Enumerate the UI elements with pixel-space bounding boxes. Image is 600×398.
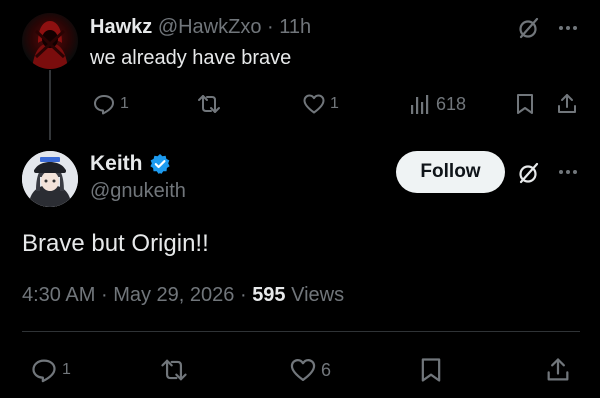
avatar-keith[interactable] bbox=[22, 151, 78, 207]
bookmark-icon bbox=[418, 356, 444, 384]
views-button[interactable]: 618 bbox=[410, 92, 466, 116]
avatar-hawkz[interactable] bbox=[22, 13, 78, 69]
tweet-text: Brave but Origin!! bbox=[22, 230, 209, 257]
reply-separator: · bbox=[267, 16, 274, 38]
tweet-date[interactable]: May 29, 2026 bbox=[113, 284, 234, 306]
follow-button[interactable]: Follow bbox=[396, 151, 505, 193]
share-button[interactable] bbox=[555, 92, 579, 116]
reply-button[interactable]: 1 bbox=[30, 356, 71, 384]
share-button[interactable] bbox=[544, 356, 572, 384]
retweet-button[interactable] bbox=[196, 92, 222, 116]
thread-connector bbox=[49, 70, 51, 140]
reply-icon bbox=[30, 356, 58, 384]
meta-separator: · bbox=[100, 284, 108, 306]
retweet-icon bbox=[196, 92, 222, 116]
tweet-views-count[interactable]: 595 bbox=[252, 284, 285, 306]
bookmark-button[interactable] bbox=[514, 92, 536, 116]
more-icon[interactable] bbox=[556, 16, 580, 40]
share-icon bbox=[555, 92, 579, 116]
bookmark-icon bbox=[514, 92, 536, 116]
divider bbox=[22, 331, 580, 332]
like-button[interactable]: 6 bbox=[289, 356, 331, 384]
like-icon bbox=[289, 356, 317, 384]
retweet-icon bbox=[159, 356, 189, 384]
tweet-author-name[interactable]: Keith bbox=[90, 152, 143, 176]
share-icon bbox=[544, 356, 572, 384]
reply-text: we already have brave bbox=[90, 47, 292, 69]
grok-icon[interactable] bbox=[517, 161, 541, 185]
tweet-author-handle[interactable]: @gnukeith bbox=[90, 180, 186, 203]
grok-icon[interactable] bbox=[517, 16, 541, 40]
reply-count: 1 bbox=[120, 95, 129, 112]
tweet-author: Keith bbox=[90, 152, 171, 176]
reply-author-handle[interactable]: @HawkZxo bbox=[158, 16, 262, 38]
reply-timestamp[interactable]: 11h bbox=[279, 16, 311, 38]
reply-icon bbox=[92, 92, 116, 116]
meta-separator: · bbox=[239, 284, 247, 306]
like-icon bbox=[302, 92, 326, 116]
bookmark-button[interactable] bbox=[418, 356, 444, 384]
reply-header: Hawkz @HawkZxo · 11h bbox=[90, 16, 311, 39]
tweet-meta: 4:30 AM · May 29, 2026 · 595 Views bbox=[22, 284, 344, 307]
reply-button[interactable]: 1 bbox=[92, 92, 129, 116]
retweet-button[interactable] bbox=[159, 356, 189, 384]
reply-count: 1 bbox=[62, 361, 71, 378]
reply-author-name[interactable]: Hawkz bbox=[90, 16, 152, 38]
like-button[interactable]: 1 bbox=[302, 92, 339, 116]
verified-badge-icon[interactable] bbox=[149, 153, 171, 175]
tweet-views-label: Views bbox=[291, 284, 345, 306]
views-count: 618 bbox=[436, 93, 467, 114]
more-icon[interactable] bbox=[556, 160, 580, 184]
tweet-time[interactable]: 4:30 AM bbox=[22, 284, 95, 306]
like-count: 1 bbox=[330, 95, 339, 112]
like-count: 6 bbox=[321, 359, 332, 380]
views-icon bbox=[410, 92, 432, 116]
